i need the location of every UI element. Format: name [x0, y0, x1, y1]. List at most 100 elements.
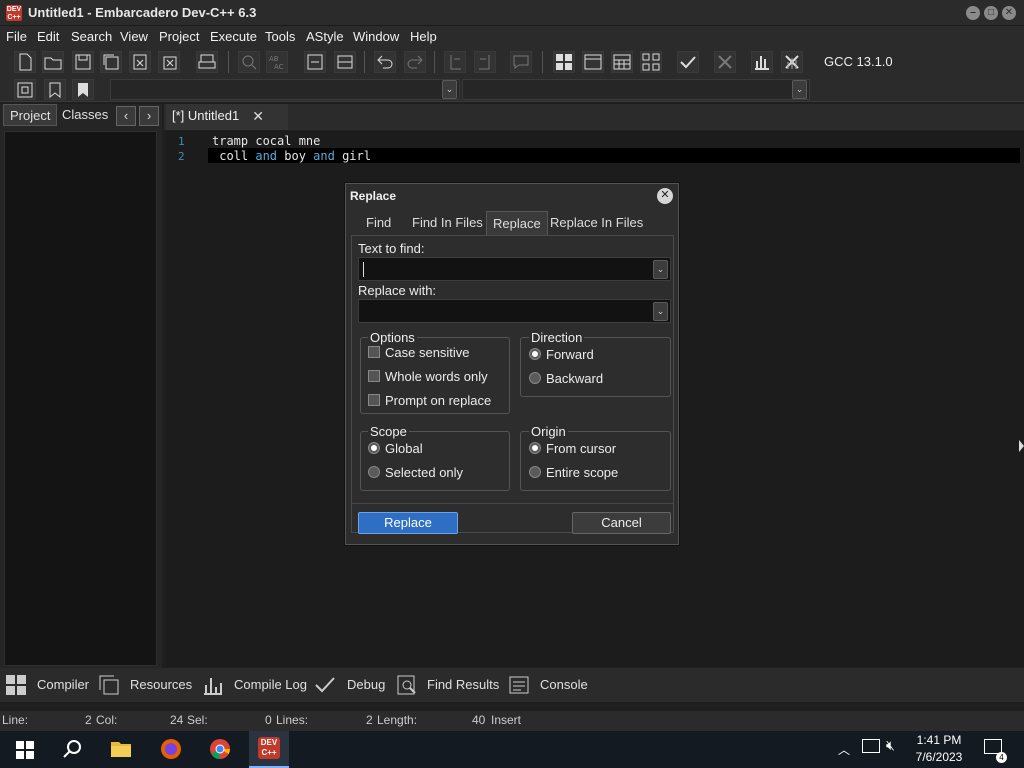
new-file-icon[interactable] — [14, 51, 36, 73]
backward-label: Backward — [546, 371, 604, 386]
status-mode: Insert — [491, 713, 522, 727]
tab-classes[interactable]: Classes — [56, 104, 114, 126]
show-hidden-icons-chevron-icon[interactable]: ︿ — [838, 741, 850, 758]
indent-icon[interactable] — [444, 51, 466, 73]
close-file-icon[interactable] — [129, 51, 151, 73]
compiler-select[interactable]: GCC 13.1.0 — [818, 50, 1024, 74]
status-col-value: 24 — [170, 713, 184, 727]
replace-text-icon[interactable]: AB AC — [266, 51, 288, 73]
forward-radio[interactable] — [529, 348, 541, 360]
start-icon[interactable] — [4, 731, 44, 768]
tab-compiler[interactable]: Compiler — [4, 668, 89, 702]
clean-icon[interactable] — [714, 51, 736, 73]
find-icon[interactable] — [238, 51, 260, 73]
menu-window[interactable]: Window — [353, 29, 399, 44]
chevron-down-icon[interactable]: ⌄ — [792, 80, 807, 99]
member-select[interactable]: ⌄ — [462, 79, 810, 100]
comment-icon[interactable] — [510, 51, 532, 73]
dialog-divider — [352, 503, 673, 504]
devcpp-taskbar-icon[interactable]: DEV C++ — [249, 731, 289, 768]
menu-search[interactable]: Search — [71, 29, 112, 44]
console-icon — [509, 676, 529, 694]
cancel-button[interactable]: Cancel — [572, 512, 671, 534]
rebuild-icon[interactable] — [640, 51, 662, 73]
tab-find[interactable]: Find — [360, 211, 397, 235]
tab-compile-log[interactable]: Compile Log — [202, 668, 307, 702]
insert-icon[interactable] — [14, 79, 36, 100]
network-icon[interactable] — [862, 739, 880, 753]
menu-execute[interactable]: Execute — [210, 29, 257, 44]
menu-edit[interactable]: Edit — [37, 29, 59, 44]
compile-icon[interactable] — [553, 51, 575, 73]
tab-find-in-files[interactable]: Find In Files — [406, 211, 489, 235]
magnifier-icon — [397, 675, 416, 695]
whole-words-checkbox[interactable] — [368, 370, 380, 382]
tab-project[interactable]: Project — [3, 104, 58, 126]
chrome-icon[interactable] — [200, 731, 240, 768]
from-cursor-radio[interactable] — [529, 442, 541, 454]
entire-scope-radio[interactable] — [529, 466, 541, 478]
tab-debug[interactable]: Debug — [314, 668, 385, 702]
dialog-close-icon[interactable]: ✕ — [657, 188, 673, 204]
chevron-down-icon[interactable]: ⌄ — [442, 80, 457, 99]
prev-tab-button[interactable]: ‹ — [116, 106, 136, 126]
next-tab-button[interactable]: › — [139, 106, 159, 126]
close-window-button[interactable]: ✕ — [1002, 6, 1016, 20]
profile-icon[interactable] — [751, 51, 773, 73]
menu-view[interactable]: View — [120, 29, 148, 44]
devcpp-logo-icon: DEV C++ — [6, 5, 22, 21]
case-sensitive-checkbox[interactable] — [368, 346, 380, 358]
unindent-icon[interactable] — [474, 51, 496, 73]
goto-bookmark-icon[interactable] — [72, 79, 94, 100]
direction-title: Direction — [529, 330, 585, 345]
print-icon[interactable] — [196, 51, 218, 73]
redo-icon[interactable] — [404, 51, 426, 73]
backward-radio[interactable] — [529, 372, 541, 384]
run-icon[interactable] — [582, 51, 604, 73]
close-all-icon[interactable] — [158, 51, 180, 73]
class-select[interactable]: ⌄ — [110, 79, 460, 100]
tab-find-results[interactable]: Find Results — [396, 668, 499, 702]
code-token: girl — [334, 149, 371, 163]
menu-file[interactable]: File — [6, 29, 27, 44]
goto-line-icon[interactable] — [304, 51, 326, 73]
menu-project[interactable]: Project — [159, 29, 199, 44]
bookmark-icon[interactable] — [44, 79, 66, 100]
tab-replace-in-files[interactable]: Replace In Files — [544, 211, 649, 235]
save-all-icon[interactable] — [100, 51, 122, 73]
selected-only-radio[interactable] — [368, 466, 380, 478]
close-tab-icon[interactable]: ✕ — [252, 104, 264, 128]
firefox-icon[interactable] — [151, 731, 191, 768]
project-tree[interactable] — [4, 131, 157, 666]
syntax-check-icon[interactable] — [677, 51, 699, 73]
menu-help[interactable]: Help — [410, 29, 437, 44]
search-icon[interactable] — [52, 731, 92, 768]
clock-time[interactable]: 1:41 PM — [912, 733, 966, 747]
menu-astyle[interactable]: AStyle — [306, 29, 344, 44]
save-icon[interactable] — [72, 51, 94, 73]
undo-icon[interactable] — [374, 51, 396, 73]
tab-console[interactable]: Console — [508, 668, 588, 702]
delete-profile-icon[interactable] — [781, 51, 803, 73]
global-label: Global — [385, 441, 423, 456]
global-radio[interactable] — [368, 442, 380, 454]
open-folder-icon[interactable] — [42, 51, 64, 73]
maximize-button[interactable]: □ — [984, 6, 998, 20]
tab-untitled1[interactable]: [*] Untitled1 ✕ — [166, 104, 288, 130]
replace-button[interactable]: Replace — [358, 512, 458, 534]
chevron-down-icon[interactable]: ⌄ — [653, 302, 668, 321]
menu-tools[interactable]: Tools — [265, 29, 295, 44]
volume-muted-icon[interactable]: 🔇︎ — [886, 737, 895, 754]
find-input[interactable]: ⌄ — [358, 257, 671, 281]
tab-find-results-label: Find Results — [427, 677, 500, 692]
clock-date[interactable]: 7/6/2023 — [912, 750, 966, 764]
file-explorer-icon[interactable] — [101, 731, 141, 768]
toggle-bookmark-icon[interactable] — [334, 51, 356, 73]
compile-run-icon[interactable] — [611, 51, 633, 73]
chevron-down-icon[interactable]: ⌄ — [653, 260, 668, 279]
tab-resources[interactable]: Resources — [98, 668, 192, 702]
minimize-button[interactable]: – — [966, 6, 980, 20]
prompt-on-replace-checkbox[interactable] — [368, 394, 380, 406]
tab-replace[interactable]: Replace — [486, 211, 548, 235]
replace-input[interactable]: ⌄ — [358, 299, 671, 323]
